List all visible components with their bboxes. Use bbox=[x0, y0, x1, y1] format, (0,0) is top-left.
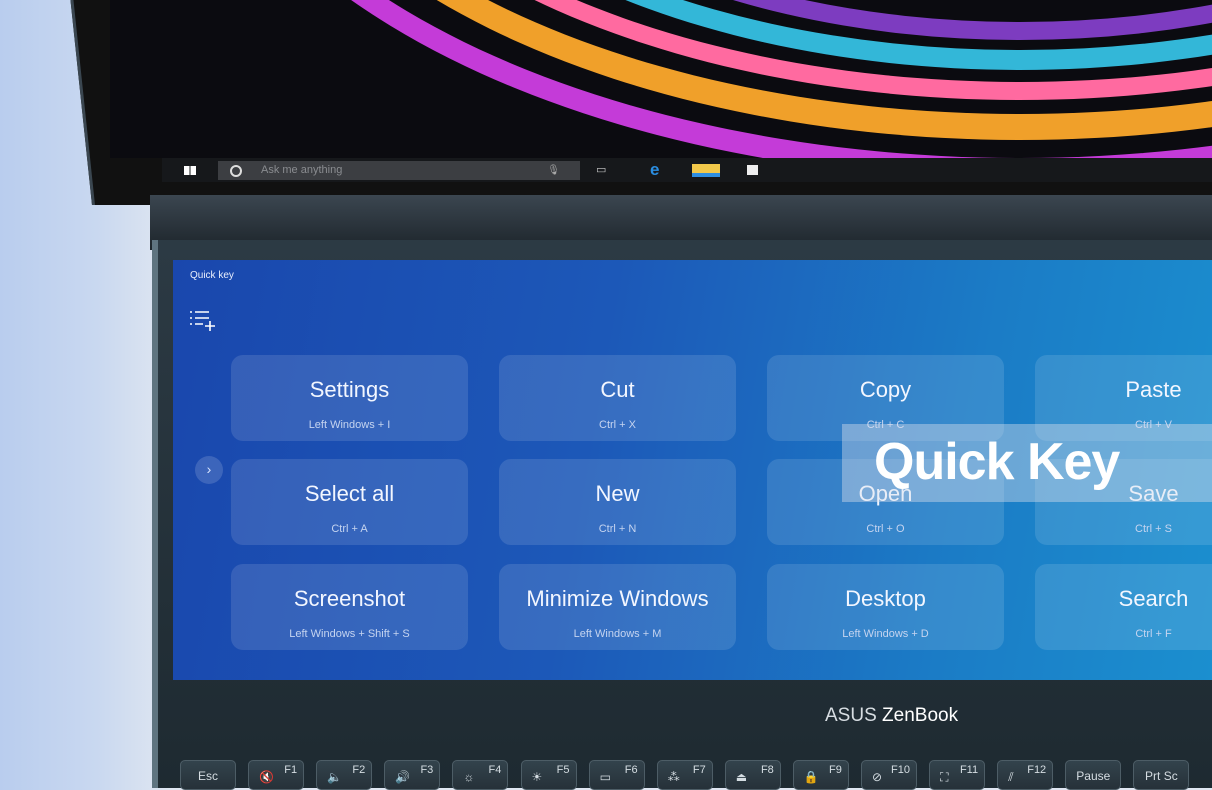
search-box[interactable]: Ask me anything 🎙 bbox=[218, 161, 580, 180]
desktop-wallpaper bbox=[110, 0, 1212, 158]
taskbar: Ask me anything 🎙 ▭ e bbox=[162, 158, 1212, 182]
key-fn-label: F12 bbox=[1027, 764, 1047, 776]
key-glyph-icon: ⛶ bbox=[940, 770, 949, 784]
key-glyph-icon: 🔒 bbox=[803, 770, 819, 784]
key-prt-sc[interactable]: Prt Sc bbox=[1133, 760, 1190, 790]
file-explorer-icon[interactable] bbox=[692, 164, 720, 177]
tile-shortcut: Ctrl + S bbox=[1135, 523, 1172, 535]
key-glyph-icon: ☼ bbox=[463, 770, 475, 784]
key-label: Esc bbox=[197, 769, 218, 783]
quick-key-tile-search[interactable]: Search Ctrl + F bbox=[1035, 564, 1212, 650]
key-fn-label: F5 bbox=[556, 764, 570, 776]
key-f12[interactable]: ⫽ F12 bbox=[997, 760, 1054, 790]
key-label: Prt Sc bbox=[1145, 769, 1178, 783]
video-caption-overlay: Quick Key bbox=[842, 424, 1212, 502]
key-pause[interactable]: Pause bbox=[1065, 760, 1122, 790]
task-view-icon[interactable]: ▭ bbox=[596, 163, 606, 176]
key-fn-label: F7 bbox=[692, 764, 706, 776]
key-f4[interactable]: ☼ F4 bbox=[452, 760, 509, 790]
brand-maker: ASUS bbox=[825, 705, 877, 726]
key-fn-label: F1 bbox=[284, 764, 298, 776]
quick-key-tile-cut[interactable]: Cut Ctrl + X bbox=[499, 355, 736, 441]
key-f9[interactable]: 🔒 F9 bbox=[792, 760, 849, 790]
key-f6[interactable]: ▭ F6 bbox=[588, 760, 645, 790]
tile-label: Cut bbox=[600, 377, 635, 402]
tile-label: Paste bbox=[1125, 377, 1182, 402]
brand-logo: ASUS ZenBook bbox=[825, 705, 958, 727]
edge-icon[interactable]: e bbox=[650, 160, 659, 180]
tile-shortcut: Left Windows + D bbox=[842, 628, 929, 640]
tile-label: Copy bbox=[859, 377, 912, 402]
tile-shortcut: Ctrl + N bbox=[598, 523, 637, 535]
caption-text: Quick Key bbox=[874, 433, 1120, 491]
quick-key-tile-screenshot[interactable]: Screenshot Left Windows + Shift + S bbox=[231, 564, 468, 650]
quick-key-tile-new[interactable]: New Ctrl + N bbox=[499, 459, 736, 545]
key-glyph-icon: ⫽ bbox=[1008, 770, 1014, 784]
key-fn-label: F11 bbox=[959, 764, 979, 776]
key-f2[interactable]: 🔈 F2 bbox=[316, 760, 373, 790]
key-glyph-icon: ⊘ bbox=[872, 770, 883, 784]
key-f10[interactable]: ⊘ F10 bbox=[861, 760, 917, 790]
next-page-button[interactable]: › bbox=[195, 456, 223, 484]
key-label: Pause bbox=[1076, 769, 1111, 783]
key-f1[interactable]: 🔇 F1 bbox=[248, 760, 305, 790]
key-fn-label: F8 bbox=[760, 764, 774, 776]
tile-shortcut: Left Windows + Shift + S bbox=[289, 628, 410, 640]
key-glyph-icon: ☀ bbox=[531, 770, 543, 784]
key-fn-label: F3 bbox=[420, 764, 434, 776]
chevron-right-icon: › bbox=[206, 461, 212, 477]
key-fn-label: F4 bbox=[488, 764, 502, 776]
tile-label: Search bbox=[1118, 586, 1189, 611]
quick-key-tile-select-all[interactable]: Select all Ctrl + A bbox=[231, 459, 468, 545]
key-esc[interactable]: Esc bbox=[180, 760, 236, 790]
key-glyph-icon: 🔇 bbox=[259, 770, 275, 784]
tile-shortcut: Ctrl + A bbox=[331, 523, 368, 535]
key-f5[interactable]: ☀ F5 bbox=[520, 760, 577, 790]
key-glyph-icon: ⏏ bbox=[735, 770, 748, 784]
function-key-row: Esc 🔇 F1 🔈 F2 🔊 F3 ☼ F4 ☀ F5 ▭ F6 ⁂ F7 ⏏ F8 🔒 F9 ⊘ F10 ⛶ F11 ⫽ F… bbox=[180, 760, 1212, 790]
windows-start-icon[interactable] bbox=[184, 166, 196, 175]
tile-shortcut: Ctrl + F bbox=[1135, 628, 1172, 640]
tile-label: Screenshot bbox=[293, 586, 406, 611]
list-add-icon[interactable] bbox=[189, 310, 219, 334]
key-fn-label: F2 bbox=[352, 764, 366, 776]
key-glyph-icon: 🔈 bbox=[327, 770, 343, 784]
tile-shortcut: Left Windows + M bbox=[573, 628, 662, 640]
key-glyph-icon: 🔊 bbox=[395, 770, 411, 784]
key-glyph-icon: ▭ bbox=[599, 770, 611, 784]
key-f11[interactable]: ⛶ F11 bbox=[929, 760, 986, 790]
tile-label: Settings bbox=[309, 377, 390, 402]
key-fn-label: F6 bbox=[624, 764, 638, 776]
key-f8[interactable]: ⏏ F8 bbox=[724, 760, 781, 790]
tile-shortcut: Ctrl + O bbox=[866, 523, 905, 535]
quick-key-tile-minimize-windows[interactable]: Minimize Windows Left Windows + M bbox=[499, 564, 736, 650]
quick-key-tile-settings[interactable]: Settings Left Windows + I bbox=[231, 355, 468, 441]
store-icon[interactable] bbox=[747, 165, 758, 175]
tile-shortcut: Left Windows + I bbox=[308, 419, 391, 431]
key-f3[interactable]: 🔊 F3 bbox=[384, 760, 441, 790]
brand-model: ZenBook bbox=[882, 705, 959, 726]
key-glyph-icon: ⁂ bbox=[667, 770, 680, 784]
tile-shortcut: Ctrl + X bbox=[599, 419, 636, 431]
tile-label: Desktop bbox=[845, 586, 926, 611]
key-fn-label: F9 bbox=[829, 764, 842, 776]
tile-label: New bbox=[595, 481, 640, 506]
microphone-icon[interactable]: 🎙 bbox=[547, 165, 560, 176]
search-placeholder: Ask me anything bbox=[261, 164, 343, 176]
key-f7[interactable]: ⁂ F7 bbox=[656, 760, 713, 790]
cortana-icon bbox=[230, 165, 242, 177]
tile-label: Minimize Windows bbox=[526, 586, 709, 611]
app-title: Quick key bbox=[190, 270, 234, 281]
tile-label: Select all bbox=[304, 481, 395, 506]
quick-key-tile-desktop[interactable]: Desktop Left Windows + D bbox=[767, 564, 1004, 650]
key-fn-label: F10 bbox=[891, 764, 910, 776]
